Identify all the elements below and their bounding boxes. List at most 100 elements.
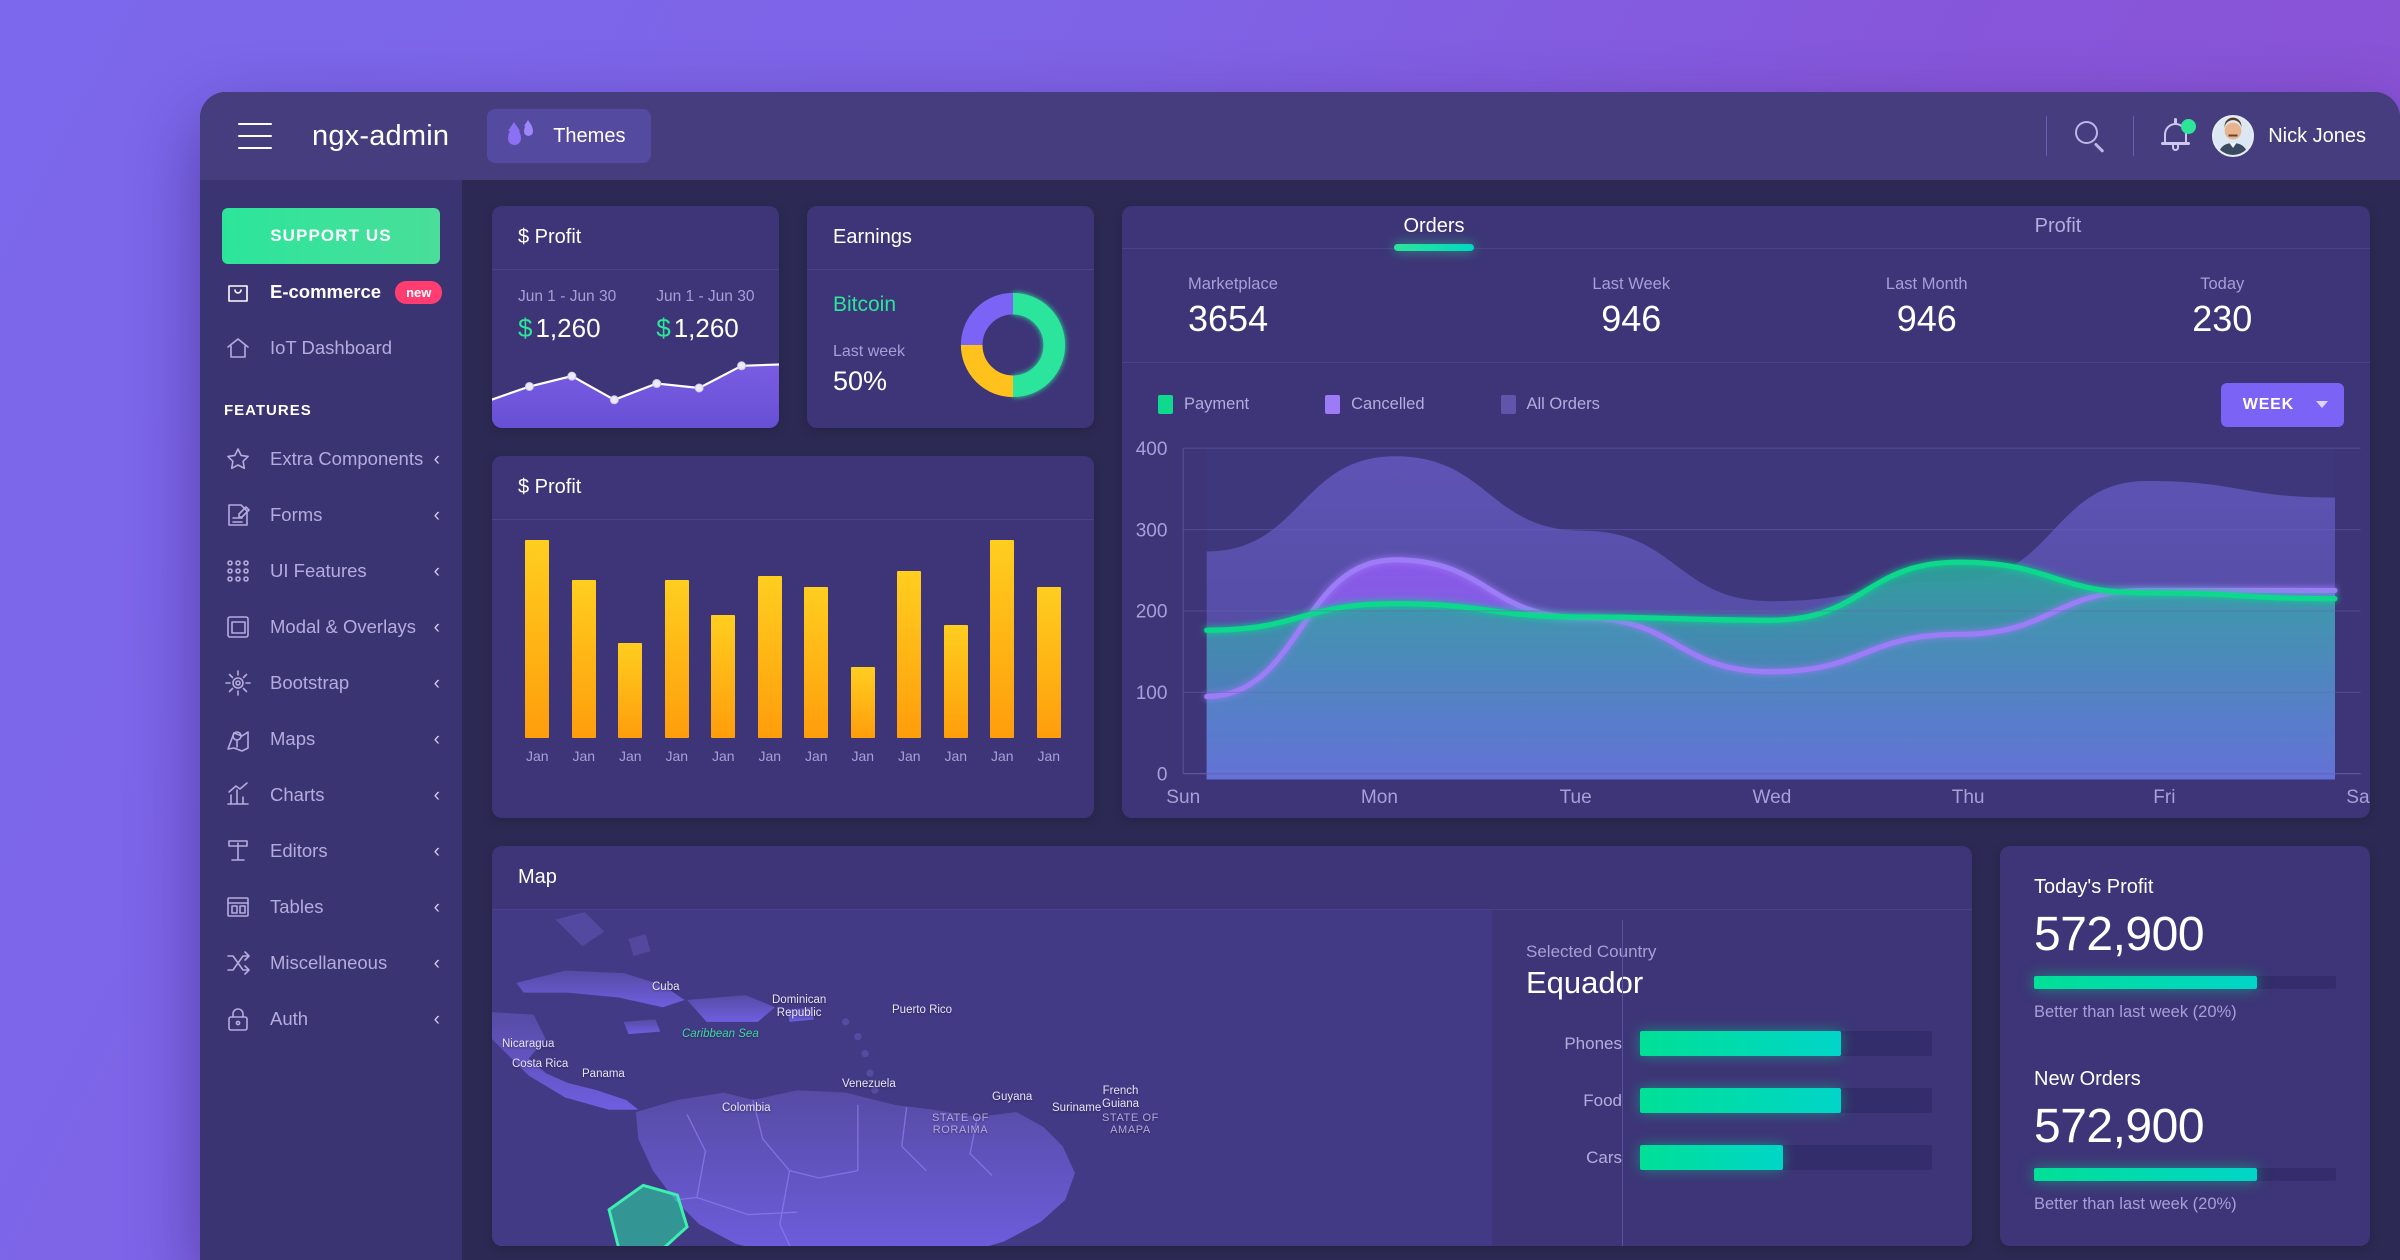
sidebar-item-tables[interactable]: Tables ‹: [200, 879, 462, 935]
kpi-value: 230: [2192, 297, 2253, 339]
tab-orders[interactable]: Orders: [1122, 206, 1746, 251]
bar[interactable]: [943, 625, 968, 738]
sidebar-item-label: Tables: [270, 896, 324, 917]
sidebar-item-charts[interactable]: Charts ‹: [200, 767, 462, 823]
sidebar-item-label: Extra Components: [270, 448, 424, 469]
sidebar-item-editors[interactable]: Editors ‹: [200, 823, 462, 879]
table-icon: [224, 893, 252, 921]
card-header: $ Profit: [492, 206, 779, 270]
progress-fill: [1640, 1031, 1842, 1056]
country-stat-rows: Phones Food Cars: [1526, 1031, 1932, 1170]
stat-block-new-orders: New Orders 572,900 Better than last week…: [2034, 1068, 2336, 1214]
kpi-label: Marketplace: [1188, 274, 1278, 293]
legend-item[interactable]: Payment: [1158, 395, 1250, 415]
bar[interactable]: [804, 587, 829, 738]
svg-text:Thu: Thu: [1952, 787, 1985, 808]
divider: [2046, 116, 2048, 156]
support-us-button[interactable]: SUPPORT US: [222, 208, 440, 264]
stat-note: Better than last week (20%): [2034, 1003, 2237, 1021]
sidebar-item-ui-features[interactable]: UI Features ‹: [200, 543, 462, 599]
svg-text:Wed: Wed: [1752, 787, 1791, 808]
app-header: ngx-admin Themes Nick Jones: [200, 92, 2400, 180]
bar[interactable]: [757, 575, 782, 738]
map-label: Dominican Republic: [772, 994, 827, 1020]
tab-profit[interactable]: Profit: [1746, 206, 2370, 248]
bar[interactable]: [850, 666, 875, 738]
map-label: French Guiana: [1102, 1084, 1140, 1110]
sidebar-item-e-commerce[interactable]: E-commerce new: [200, 264, 462, 320]
bell-icon[interactable]: [2160, 117, 2197, 155]
period-select[interactable]: WEEK: [2220, 382, 2344, 427]
sidebar-nav: E-commerce new IoT Dashboard FEATURES Extra …: [200, 264, 462, 1047]
bar[interactable]: [1036, 587, 1061, 738]
map-label: Puerto Rico: [892, 1004, 953, 1017]
map-label: Nicaragua: [502, 1037, 555, 1050]
legend-item[interactable]: Cancelled: [1325, 395, 1425, 415]
bar-label: Jan: [1037, 748, 1061, 764]
progress-track: [1640, 1088, 1932, 1113]
themes-label: Themes: [553, 124, 626, 147]
app-brand: ngx-admin: [312, 119, 450, 152]
map-label: STATE OF AMAPA: [1102, 1111, 1159, 1137]
sidebar-item-extra-components[interactable]: Extra Components ‹: [200, 431, 462, 487]
card-title: $ Profit: [518, 476, 582, 498]
svg-text:Mon: Mon: [1361, 787, 1398, 808]
sidebar-item-iot-dashboard[interactable]: IoT Dashboard: [200, 320, 462, 376]
profit-stat: Jun 1 - Jun 30 $1,260: [518, 288, 616, 344]
stat-value: 572,900: [2034, 908, 2205, 961]
map-label: Caribbean Sea: [682, 1027, 759, 1040]
svg-text:Tue: Tue: [1560, 787, 1592, 808]
chevron-left-icon: ‹: [433, 840, 440, 862]
stat-progress-fill: [2034, 1168, 2258, 1181]
stat-progress-track: [2034, 976, 2336, 989]
legend-label: Payment: [1184, 395, 1250, 414]
chevron-left-icon: ‹: [433, 504, 440, 526]
card-header: Earnings: [807, 206, 1094, 270]
map-body: Cuba Dominican Republic Puerto Rico Caribbe…: [492, 910, 1972, 1246]
header-actions: Nick Jones: [2020, 115, 2366, 157]
selected-country-name: Equador: [1526, 965, 1644, 1000]
svg-text:Fri: Fri: [2153, 787, 2175, 808]
sidebar-item-forms[interactable]: Forms ‹: [200, 487, 462, 543]
svg-text:Sat: Sat: [2346, 787, 2370, 808]
bar[interactable]: [711, 615, 736, 738]
card-title: Map: [518, 866, 557, 888]
bar[interactable]: [990, 539, 1015, 738]
sidebar-item-bootstrap[interactable]: Bootstrap ‹: [200, 655, 462, 711]
hamburger-icon[interactable]: [238, 123, 272, 149]
sidebar-item-label: Charts: [270, 784, 325, 805]
orders-card: Orders Profit Marketplace 3654 Last Week 94…: [1122, 206, 2370, 818]
kpi-last-week: Last Week 946: [1484, 275, 1780, 340]
stat-value: 572,900: [2034, 1100, 2205, 1153]
chevron-left-icon: ‹: [433, 728, 440, 750]
notification-dot: [2181, 119, 2197, 134]
bar[interactable]: [618, 642, 643, 738]
bar[interactable]: [525, 539, 550, 738]
chevron-left-icon: ‹: [433, 896, 440, 918]
svg-text:400: 400: [1136, 439, 1168, 460]
world-map[interactable]: Cuba Dominican Republic Puerto Rico Caribbe…: [492, 910, 1492, 1246]
left-column: $ Profit Jun 1 - Jun 30 $1,260 Jun 1 - J…: [492, 206, 1094, 818]
search-icon[interactable]: [2073, 119, 2107, 153]
kpi-value: 946: [1896, 297, 1957, 339]
avatar[interactable]: [2212, 115, 2255, 157]
bar[interactable]: [897, 571, 922, 738]
map-pin-icon: [224, 725, 252, 753]
bar-label: Jan: [665, 748, 689, 764]
themes-button[interactable]: Themes: [487, 109, 652, 163]
legend-item[interactable]: All Orders: [1500, 395, 1600, 415]
sidebar-item-miscellaneous[interactable]: Miscellaneous ‹: [200, 935, 462, 991]
sidebar-item-modal-overlays[interactable]: Modal & Overlays ‹: [200, 599, 462, 655]
svg-text:300: 300: [1136, 520, 1168, 541]
stat-progress-track: [2034, 1168, 2336, 1181]
bar[interactable]: [571, 579, 596, 738]
sidebar-item-maps[interactable]: Maps ‹: [200, 711, 462, 767]
bar[interactable]: [664, 579, 689, 738]
profit-bar-card: $ Profit Jan Jan Jan Jan Jan Jan Jan Jan Jan Jan J…: [492, 456, 1094, 818]
kpi-value: 946: [1601, 297, 1662, 339]
kpi-today: Today 230: [2075, 275, 2371, 340]
selected-country-panel: Selected Country Equador Phones Food Cars: [1492, 910, 1972, 1246]
progress-track: [1640, 1031, 1932, 1056]
orders-kpis: Marketplace 3654 Last Week 946 Last Month 946…: [1122, 249, 2370, 363]
sidebar-item-auth[interactable]: Auth ‹: [200, 991, 462, 1047]
